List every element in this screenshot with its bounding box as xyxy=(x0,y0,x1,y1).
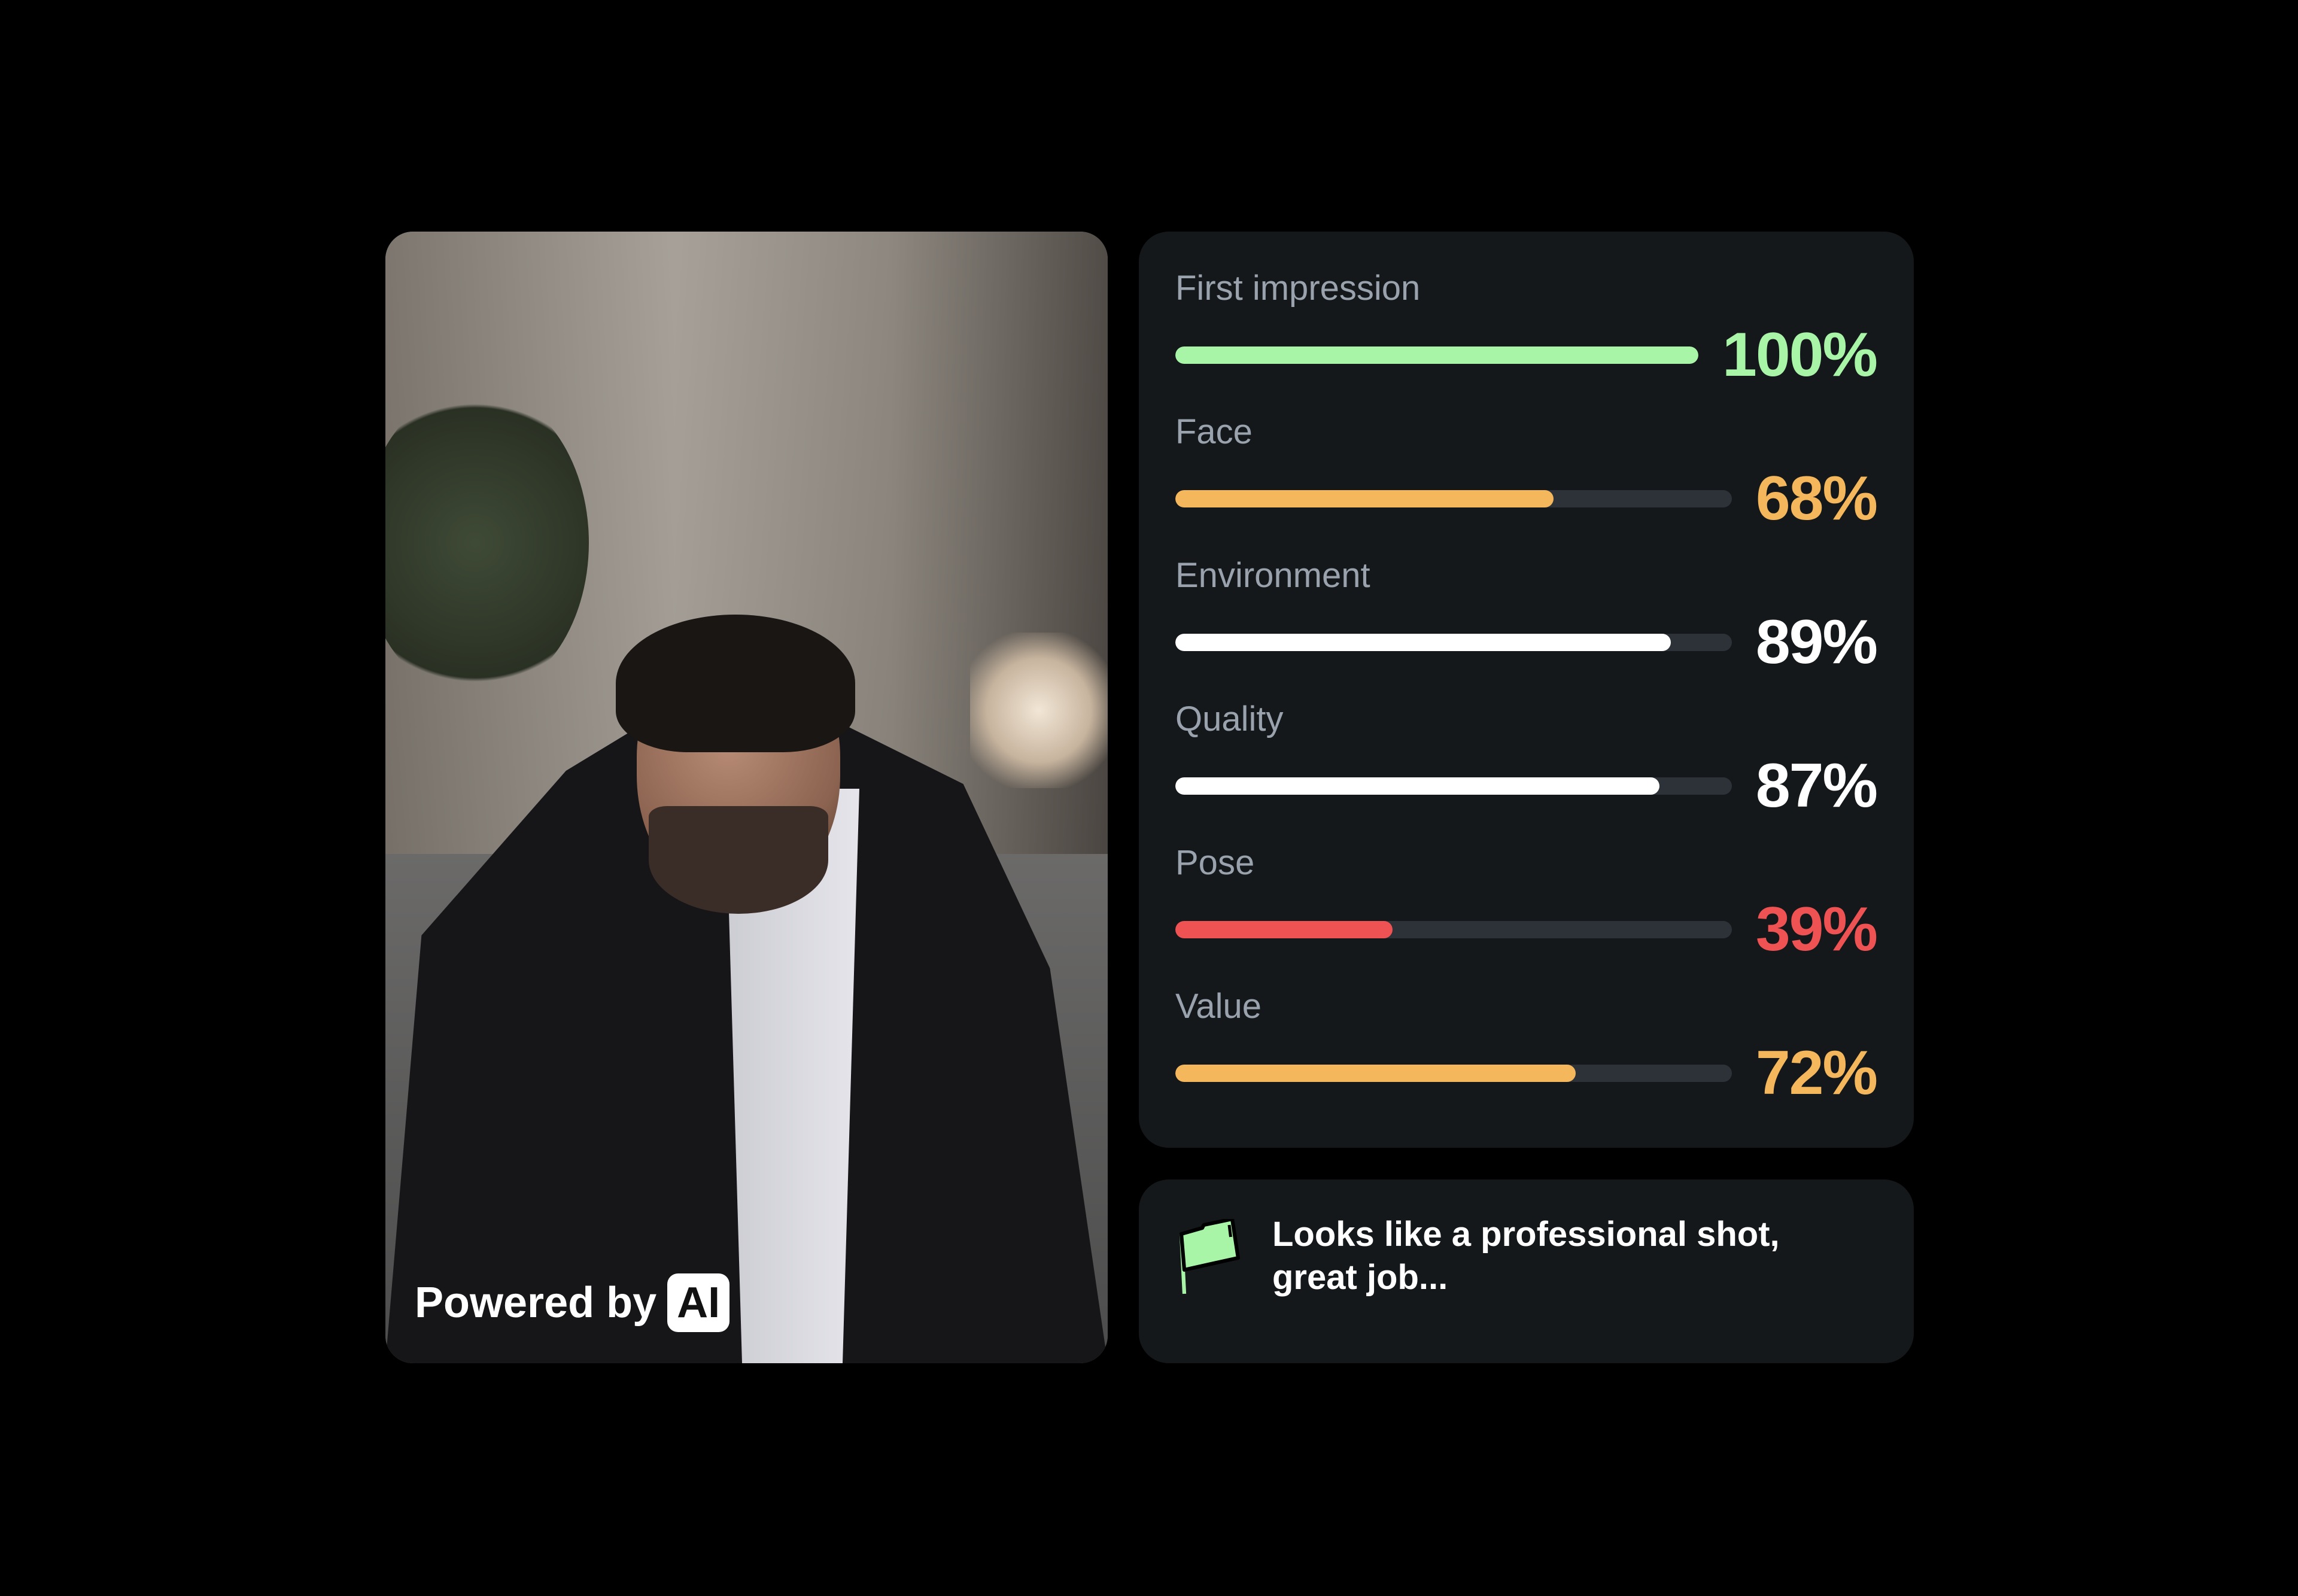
score-label: Environment xyxy=(1175,556,1370,595)
score-percent: 68% xyxy=(1755,464,1878,533)
score-bar-track xyxy=(1175,1064,1732,1082)
score-bar-track xyxy=(1175,633,1732,651)
powered-by-text: Powered by xyxy=(415,1279,657,1327)
score-row: Value 72% xyxy=(1175,987,1878,1130)
score-bar-fill xyxy=(1175,490,1554,507)
ai-badge: AI xyxy=(667,1273,730,1332)
score-bar-fill xyxy=(1175,777,1659,795)
score-percent: 72% xyxy=(1755,1038,1878,1108)
score-bar-fill xyxy=(1175,920,1393,938)
score-label: First impression xyxy=(1175,269,1421,308)
score-percent: 89% xyxy=(1755,607,1878,677)
score-bar-line: 87% xyxy=(1175,751,1878,820)
score-bar-line: 68% xyxy=(1175,464,1878,533)
score-row: Face 68% xyxy=(1175,412,1878,556)
score-label: Pose xyxy=(1175,843,1255,882)
score-list: First impression 100% Face 68% Environme… xyxy=(1175,269,1878,1130)
score-bar-track xyxy=(1175,346,1698,364)
hair xyxy=(616,615,855,752)
score-bar-fill xyxy=(1175,633,1671,651)
score-label: Value xyxy=(1175,987,1262,1026)
score-bar-fill xyxy=(1175,1064,1576,1082)
score-row: Pose 39% xyxy=(1175,843,1878,987)
storefront-light xyxy=(970,633,1108,788)
score-bar-line: 39% xyxy=(1175,895,1878,964)
score-row: Quality 87% xyxy=(1175,700,1878,843)
score-bar-track xyxy=(1175,490,1732,507)
score-bar-track xyxy=(1175,920,1732,938)
portrait-photo: Powered by AI xyxy=(385,232,1108,1363)
score-percent: 39% xyxy=(1755,895,1878,964)
score-label: Quality xyxy=(1175,700,1284,738)
score-bar-line: 72% xyxy=(1175,1038,1878,1108)
score-label: Face xyxy=(1175,412,1253,451)
powered-by-ai-label: Powered by AI xyxy=(415,1273,730,1332)
feedback-line-1: Looks like a professional shot, xyxy=(1272,1215,1780,1254)
score-bar-line: 100% xyxy=(1175,320,1878,390)
score-card: First impression 100% Face 68% Environme… xyxy=(1139,232,1914,1148)
feedback-card: Looks like a professional shot, great jo… xyxy=(1139,1179,1914,1363)
beard xyxy=(649,806,828,914)
score-percent: 100% xyxy=(1722,320,1878,390)
flag-icon xyxy=(1179,1219,1241,1294)
score-bar-fill xyxy=(1175,346,1698,364)
score-row: First impression 100% xyxy=(1175,269,1878,412)
score-percent: 87% xyxy=(1755,751,1878,820)
score-bar-line: 89% xyxy=(1175,607,1878,677)
score-row: Environment 89% xyxy=(1175,556,1878,700)
feedback-line-2: great job... xyxy=(1272,1258,1448,1297)
feedback-text: Looks like a professional shot, great jo… xyxy=(1272,1213,1871,1299)
score-bar-track xyxy=(1175,777,1732,795)
